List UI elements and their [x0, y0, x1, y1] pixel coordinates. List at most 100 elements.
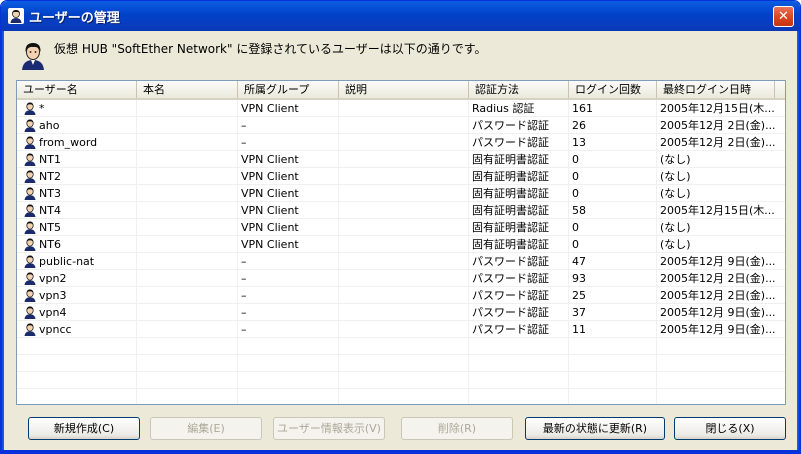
col-note-cell [339, 287, 469, 304]
col-realname-header[interactable]: 本名 [137, 81, 238, 98]
user-name-text: public-nat [39, 255, 95, 268]
user-icon [23, 118, 37, 132]
grid-line [17, 235, 785, 236]
user-icon [23, 271, 37, 285]
edit-user-button[interactable]: 編集(E) [150, 417, 262, 440]
col-group-cell: – [241, 136, 247, 149]
col-username-header[interactable]: ユーザー名 [17, 81, 137, 98]
title-bar[interactable]: ユーザーの管理 ✕ [1, 1, 800, 31]
col-username-cell: vpn2 [17, 270, 137, 287]
table-row[interactable]: vpn4 – パスワード認証 37 2005年12月 9日(金)... [17, 304, 785, 321]
col-realname-cell [137, 185, 238, 202]
user-icon [23, 101, 37, 115]
grid-line [17, 218, 785, 219]
col-login-count-cell: 26 [572, 119, 586, 132]
user-icon [23, 220, 37, 234]
user-management-window: ユーザーの管理 ✕ 仮想 HUB "SoftEther Network" に登録… [0, 0, 801, 454]
grid-line [17, 388, 785, 389]
col-auth-cell: パスワード認証 [472, 119, 549, 132]
col-login-count-header[interactable]: ログイン回数 [569, 81, 657, 98]
table-row[interactable]: vpn2 – パスワード認証 93 2005年12月 2日(金)... [17, 270, 785, 287]
table-row[interactable]: NT2 VPN Client 固有証明書認証 0 (なし) [17, 168, 785, 185]
col-note-cell [339, 185, 469, 202]
col-note-cell [339, 134, 469, 151]
col-group-cell: VPN Client [241, 153, 299, 166]
user-icon [23, 135, 37, 149]
table-row[interactable]: from_word – パスワード認証 13 2005年12月 2日(金)... [17, 134, 785, 151]
col-group-cell: – [241, 323, 247, 336]
table-row[interactable]: NT3 VPN Client 固有証明書認証 0 (なし) [17, 185, 785, 202]
table-row[interactable]: vpncc – パスワード認証 11 2005年12月 9日(金)... [17, 321, 785, 338]
table-row[interactable]: NT5 VPN Client 固有証明書認証 0 (なし) [17, 219, 785, 236]
user-info-button[interactable]: ユーザー情報表示(V) [273, 417, 385, 440]
col-note-cell [339, 304, 469, 321]
col-realname-cell [137, 236, 238, 253]
col-last-login-cell: 2005年12月15日(木... [660, 204, 775, 217]
col-last-login-header[interactable]: 最終ログイン日時 [657, 81, 775, 98]
col-group-cell: VPN Client [241, 204, 299, 217]
user-name-text: NT2 [39, 170, 61, 183]
table-row[interactable]: public-nat – パスワード認証 47 2005年12月 9日(金)... [17, 253, 785, 270]
col-auth-cell: 固有証明書認証 [472, 204, 549, 217]
col-login-count-cell: 11 [572, 323, 586, 336]
close-window-button[interactable]: ✕ [773, 6, 794, 27]
user-icon [23, 169, 37, 183]
user-name-text: NT5 [39, 221, 61, 234]
table-row[interactable]: NT6 VPN Client 固有証明書認証 0 (なし) [17, 236, 785, 253]
col-note-cell [339, 253, 469, 270]
col-username-cell: NT5 [17, 219, 137, 236]
col-username-cell: NT3 [17, 185, 137, 202]
col-group-cell: VPN Client [241, 170, 299, 183]
close-button[interactable]: 閉じる(X) [674, 417, 786, 440]
table-row[interactable]: NT4 VPN Client 固有証明書認証 58 2005年12月15日(木... [17, 202, 785, 219]
col-login-count-cell: 25 [572, 289, 586, 302]
col-auth-header[interactable]: 認証方法 [469, 81, 569, 98]
table-row[interactable]: aho – パスワード認証 26 2005年12月 2日(金)... [17, 117, 785, 134]
col-last-login-cell: 2005年12月 2日(金)... [660, 136, 775, 149]
user-name-text: NT3 [39, 187, 61, 200]
col-auth-cell: パスワード認証 [472, 272, 549, 285]
col-last-login-cell: (なし) [660, 153, 691, 166]
new-user-button[interactable]: 新規作成(C) [28, 417, 140, 440]
grid-line [17, 133, 785, 134]
col-note-cell [339, 202, 469, 219]
table-row[interactable]: * VPN Client Radius 認証 161 2005年12月15日(木... [17, 100, 785, 117]
col-last-login-cell: 2005年12月 9日(金)... [660, 323, 775, 336]
col-realname-cell [137, 270, 238, 287]
col-username-cell: NT6 [17, 236, 137, 253]
col-realname-cell [137, 151, 238, 168]
col-username-cell: * [17, 100, 137, 117]
col-note-cell [339, 270, 469, 287]
table-row[interactable]: vpn3 – パスワード認証 25 2005年12月 2日(金)... [17, 287, 785, 304]
window-title: ユーザーの管理 [29, 11, 120, 26]
user-icon [23, 305, 37, 319]
refresh-button[interactable]: 最新の状態に更新(R) [525, 417, 665, 440]
user-list[interactable]: ユーザー名 本名 所属グループ 説明 認証方法 ログイン回数 最終ログイン日時 * VPN C… [16, 80, 786, 405]
col-realname-cell [137, 202, 238, 219]
table-row[interactable]: NT1 VPN Client 固有証明書認証 0 (なし) [17, 151, 785, 168]
col-auth-cell: Radius 認証 [472, 102, 535, 115]
user-name-text: vpn4 [39, 306, 67, 319]
user-icon [23, 288, 37, 302]
col-note-cell [339, 100, 469, 117]
col-realname-cell [137, 134, 238, 151]
col-last-login-cell: (なし) [660, 221, 691, 234]
grid-line [17, 252, 785, 253]
col-note-cell [339, 236, 469, 253]
col-last-login-cell: (なし) [660, 170, 691, 183]
col-note-header[interactable]: 説明 [339, 81, 469, 98]
window-frame-bottom [1, 450, 800, 453]
grid-line [17, 337, 785, 338]
window-frame-left [1, 31, 4, 453]
user-icon [23, 322, 37, 336]
col-username-cell: vpn4 [17, 304, 137, 321]
delete-user-button[interactable]: 削除(R) [401, 417, 513, 440]
grid-line [17, 201, 785, 202]
grid-line [17, 184, 785, 185]
col-group-header[interactable]: 所属グループ [238, 81, 339, 98]
col-auth-cell: 固有証明書認証 [472, 170, 549, 183]
user-name-text: NT1 [39, 153, 61, 166]
col-realname-cell [137, 219, 238, 236]
grid-line [17, 116, 785, 117]
col-username-cell: NT1 [17, 151, 137, 168]
